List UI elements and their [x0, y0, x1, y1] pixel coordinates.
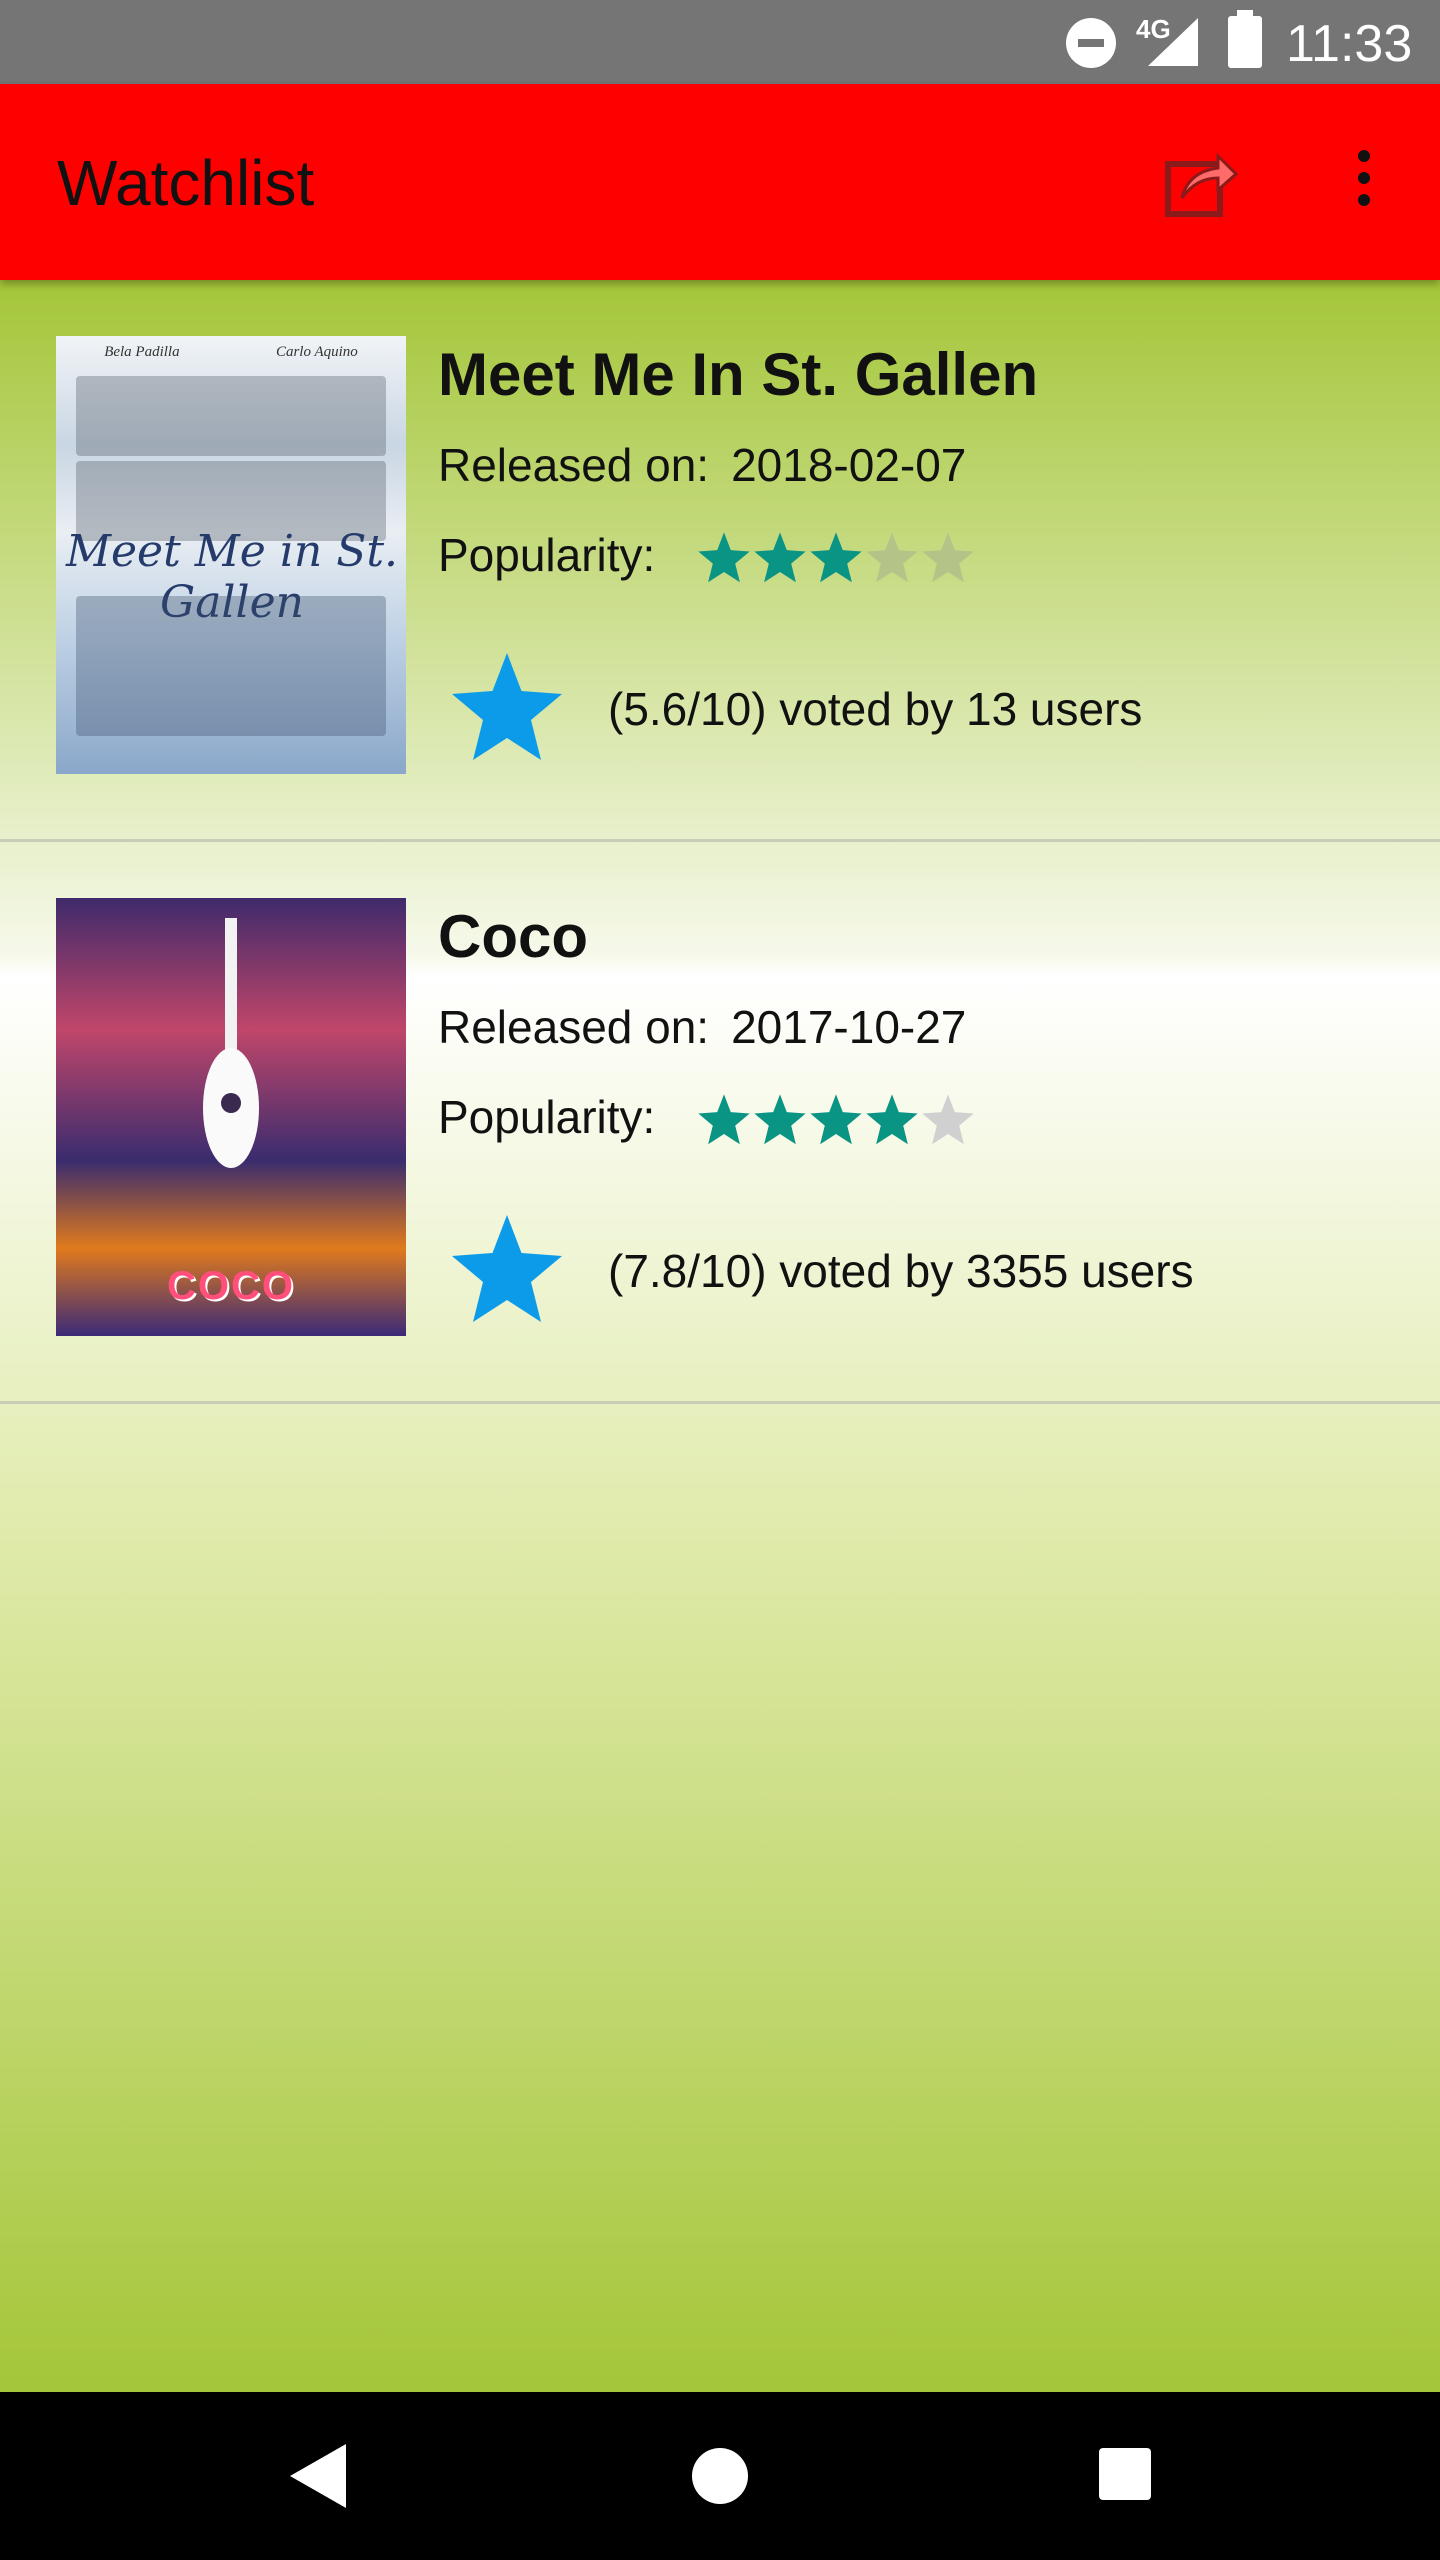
release-info: Released on: 2017-10-27: [438, 1000, 966, 1054]
movie-poster: COCO: [56, 898, 406, 1336]
star-filled-icon: [754, 532, 806, 583]
recents-icon[interactable]: [1099, 2448, 1151, 2500]
star-empty-icon: [866, 532, 918, 583]
share-icon[interactable]: [1160, 142, 1240, 222]
star-filled-icon: [698, 1094, 750, 1145]
poster-credit: Carlo Aquino: [275, 344, 358, 360]
movie-poster: Bela Padilla Carlo Aquino Meet Me in St.…: [56, 336, 406, 774]
page-title: Watchlist: [57, 147, 315, 219]
vote-star-icon: [452, 653, 562, 760]
watchlist: Bela Padilla Carlo Aquino Meet Me in St.…: [0, 280, 1440, 2392]
star-empty-icon: [922, 1094, 974, 1145]
back-icon[interactable]: [290, 2444, 346, 2508]
star-filled-icon: [866, 1094, 918, 1145]
star-filled-icon: [754, 1094, 806, 1145]
popularity-rating: [696, 530, 976, 586]
do-not-disturb-icon: [1066, 18, 1116, 68]
app-bar: Watchlist: [0, 84, 1440, 280]
poster-credit: Bela Padilla: [104, 344, 180, 360]
signal-icon: [1148, 18, 1198, 66]
status-bar: 4G 11:33: [0, 0, 1440, 84]
star-filled-icon: [698, 532, 750, 583]
release-info: Released on: 2018-02-07: [438, 438, 966, 492]
movie-title: Meet Me In St. Gallen: [438, 341, 1039, 408]
star-filled-icon: [810, 532, 862, 583]
popularity-label: Popularity:: [438, 1091, 656, 1143]
more-options-icon[interactable]: [1340, 146, 1388, 216]
votes-text: (7.8/10) voted by 3355 users: [608, 1245, 1194, 1297]
movie-item[interactable]: COCO Coco Released on: 2017-10-27 Popular…: [0, 842, 1440, 1404]
popularity-rating: [696, 1092, 976, 1148]
poster-title-art: COCO: [167, 1264, 295, 1308]
clock: 11:33: [1286, 15, 1413, 73]
battery-icon: [1228, 10, 1262, 68]
movie-item[interactable]: Bela Padilla Carlo Aquino Meet Me in St.…: [0, 280, 1440, 842]
navigation-bar: [0, 2392, 1440, 2560]
release-label: Released on:: [438, 439, 710, 491]
star-filled-icon: [810, 1094, 862, 1145]
release-label: Released on:: [438, 1001, 710, 1053]
votes-text: (5.6/10) voted by 13 users: [608, 683, 1143, 735]
release-date: 2018-02-07: [731, 439, 967, 491]
release-date: 2017-10-27: [731, 1001, 967, 1053]
star-empty-icon: [922, 532, 974, 583]
movie-title: Coco: [438, 903, 588, 970]
home-icon[interactable]: [692, 2448, 748, 2504]
popularity-label: Popularity:: [438, 529, 656, 581]
vote-star-icon: [452, 1215, 562, 1322]
